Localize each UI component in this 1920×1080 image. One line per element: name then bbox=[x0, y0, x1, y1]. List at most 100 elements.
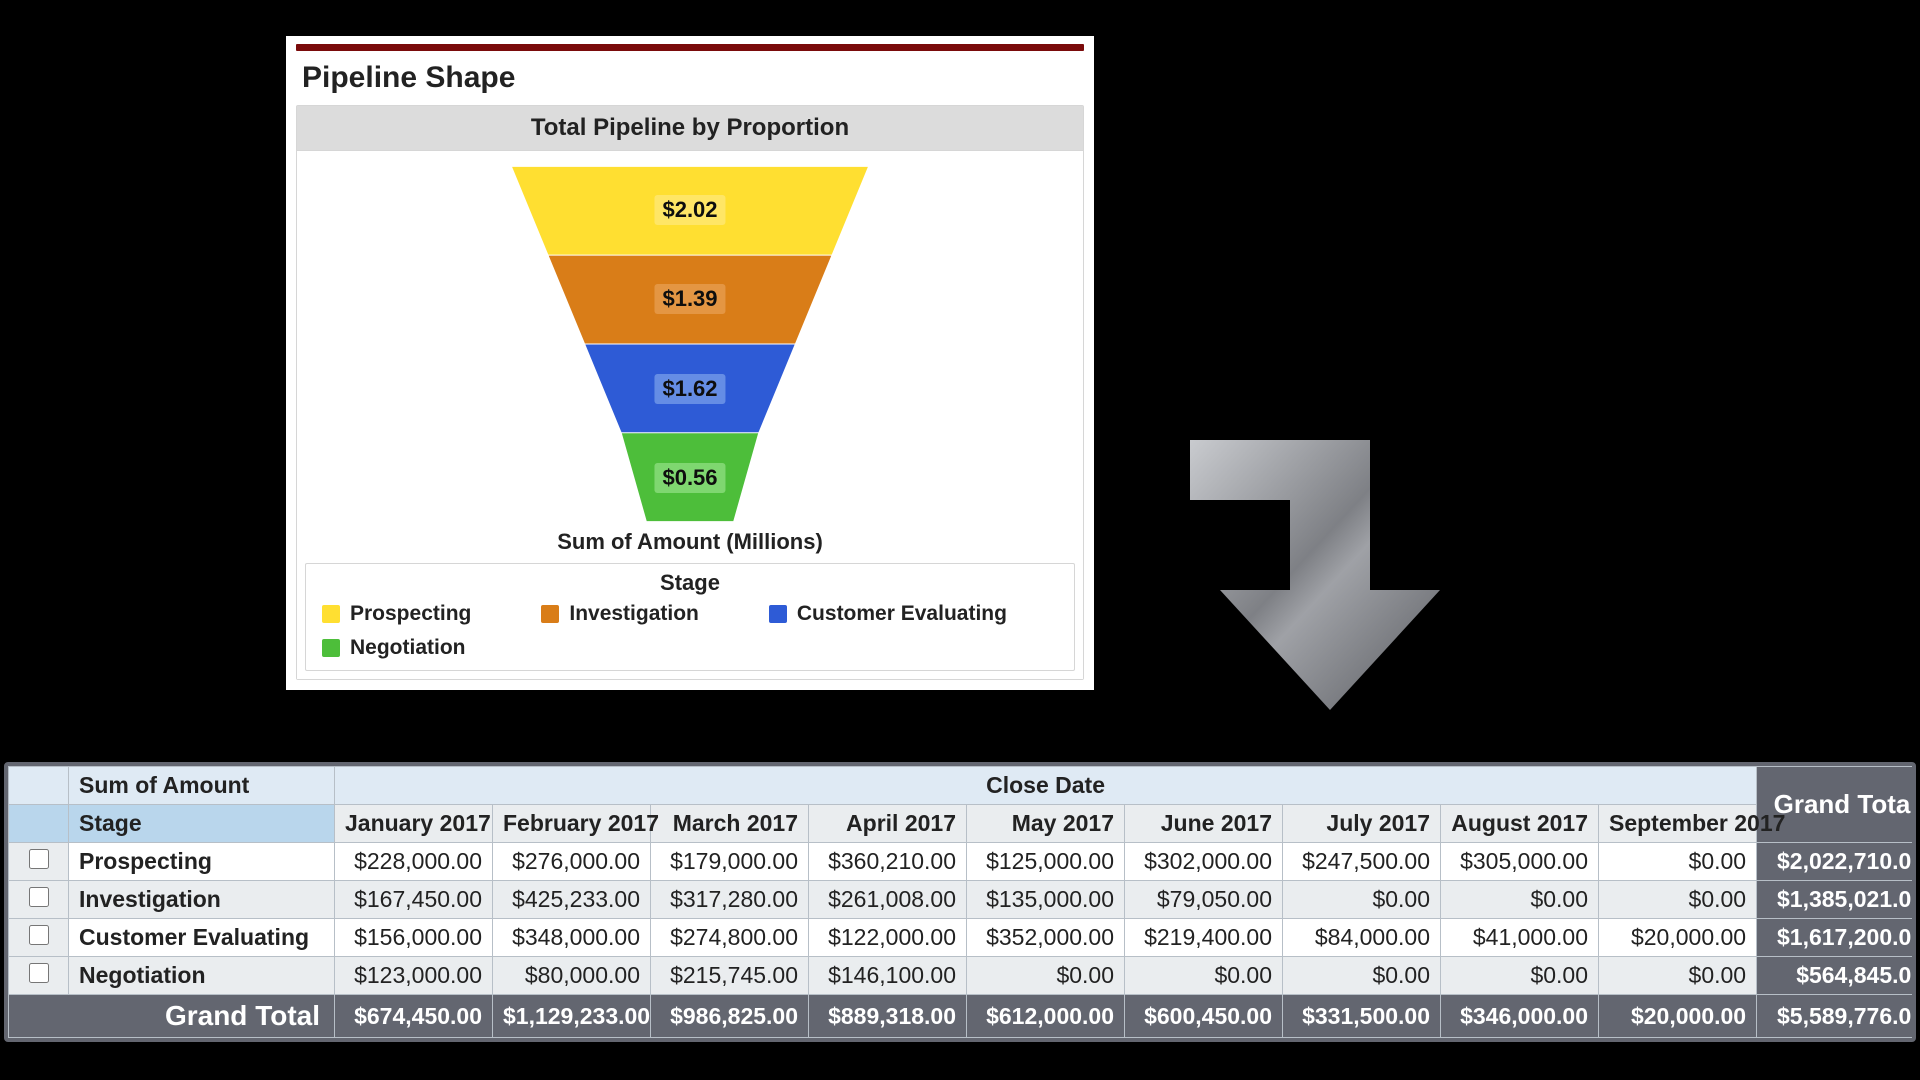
pivot-column-header[interactable]: March 2017 bbox=[651, 805, 809, 843]
legend-items: Prospecting Investigation Customer Evaluat… bbox=[322, 602, 1058, 660]
pivot-column-header[interactable]: April 2017 bbox=[809, 805, 967, 843]
pivot-cell[interactable]: $0.00 bbox=[967, 957, 1125, 995]
accent-bar bbox=[296, 44, 1084, 51]
legend-item[interactable]: Investigation bbox=[541, 602, 699, 626]
row-header[interactable]: Negotiation bbox=[69, 957, 335, 995]
report-title: Pipeline Shape bbox=[302, 61, 1078, 95]
pivot-cell[interactable]: $352,000.00 bbox=[967, 919, 1125, 957]
pivot-cell[interactable]: $80,000.00 bbox=[493, 957, 651, 995]
pivot-column-header[interactable]: January 2017 bbox=[335, 805, 493, 843]
pivot-column-header[interactable]: May 2017 bbox=[967, 805, 1125, 843]
pivot-cell[interactable]: $0.00 bbox=[1441, 957, 1599, 995]
pivot-column-header[interactable]: August 2017 bbox=[1441, 805, 1599, 843]
legend-swatch bbox=[322, 639, 340, 657]
grand-total-cell: $986,825.00 bbox=[651, 995, 809, 1038]
row-checkbox[interactable] bbox=[29, 849, 49, 869]
pivot-columns-label: Close Date bbox=[335, 767, 1757, 805]
row-checkbox[interactable] bbox=[29, 963, 49, 983]
pivot-cell[interactable]: $0.00 bbox=[1441, 881, 1599, 919]
row-header[interactable]: Investigation bbox=[69, 881, 335, 919]
pivot-cell[interactable]: $0.00 bbox=[1599, 843, 1757, 881]
funnel-chart[interactable]: $2.02 $1.39 $1.62 $0.56 Sum of Amount (Mill… bbox=[303, 165, 1077, 555]
legend-label: Investigation bbox=[569, 602, 699, 626]
pivot-cell[interactable]: $425,233.00 bbox=[493, 881, 651, 919]
row-checkbox-cell bbox=[9, 957, 69, 995]
legend-label: Customer Evaluating bbox=[797, 602, 1007, 626]
pivot-cell[interactable]: $79,050.00 bbox=[1125, 881, 1283, 919]
pivot-cell[interactable]: $146,100.00 bbox=[809, 957, 967, 995]
pivot-cell[interactable]: $122,000.00 bbox=[809, 919, 967, 957]
table-row: Negotiation$123,000.00$80,000.00$215,745… bbox=[9, 957, 1917, 995]
pivot-cell[interactable]: $0.00 bbox=[1599, 957, 1757, 995]
pivot-cell[interactable]: $156,000.00 bbox=[335, 919, 493, 957]
table-row: Customer Evaluating$156,000.00$348,000.0… bbox=[9, 919, 1917, 957]
grand-total-row: Grand Total$674,450.00$1,129,233.00$986,… bbox=[9, 995, 1917, 1038]
legend-item[interactable]: Customer Evaluating bbox=[769, 602, 1007, 626]
pivot-column-header[interactable]: July 2017 bbox=[1283, 805, 1441, 843]
pivot-column-header[interactable]: September 2017 bbox=[1599, 805, 1757, 843]
pipeline-shape-report-card: Pipeline Shape Total Pipeline by Proport… bbox=[286, 36, 1094, 690]
legend-item[interactable]: Prospecting bbox=[322, 602, 471, 626]
pivot-cell[interactable]: $276,000.00 bbox=[493, 843, 651, 881]
funnel-area: $2.02 $1.39 $1.62 $0.56 bbox=[303, 165, 1077, 523]
pivot-cell[interactable]: $247,500.00 bbox=[1283, 843, 1441, 881]
funnel-segment-label: $0.56 bbox=[654, 463, 725, 493]
pivot-column-header[interactable]: February 2017 bbox=[493, 805, 651, 843]
funnel-segment-label: $2.02 bbox=[654, 195, 725, 225]
legend-label: Negotiation bbox=[350, 636, 466, 660]
row-header[interactable]: Customer Evaluating bbox=[69, 919, 335, 957]
pivot-cell[interactable]: $125,000.00 bbox=[967, 843, 1125, 881]
pivot-cell[interactable]: $219,400.00 bbox=[1125, 919, 1283, 957]
funnel-segment-label: $1.39 bbox=[654, 284, 725, 314]
table-row: Investigation$167,450.00$425,233.00$317,… bbox=[9, 881, 1917, 919]
chart-title: Total Pipeline by Proportion bbox=[297, 106, 1083, 151]
pivot-cell[interactable]: $123,000.00 bbox=[335, 957, 493, 995]
pivot-cell[interactable]: $167,450.00 bbox=[335, 881, 493, 919]
down-right-arrow-icon bbox=[1180, 430, 1460, 710]
legend-label: Prospecting bbox=[350, 602, 471, 626]
pivot-cell[interactable]: $20,000.00 bbox=[1599, 919, 1757, 957]
chart-axis-label: Sum of Amount (Millions) bbox=[557, 529, 823, 555]
row-grand-total: $564,845.00 bbox=[1757, 957, 1916, 995]
pivot-cell[interactable]: $0.00 bbox=[1283, 957, 1441, 995]
row-checkbox[interactable] bbox=[29, 887, 49, 907]
pivot-cell[interactable]: $0.00 bbox=[1599, 881, 1757, 919]
pivot-column-header[interactable]: June 2017 bbox=[1125, 805, 1283, 843]
row-header[interactable]: Prospecting bbox=[69, 843, 335, 881]
grand-total-cell: $674,450.00 bbox=[335, 995, 493, 1038]
row-grand-total: $1,385,021.00 bbox=[1757, 881, 1916, 919]
pivot-cell[interactable]: $41,000.00 bbox=[1441, 919, 1599, 957]
pivot-table-container: Sum of AmountClose DateGrand Total Stage… bbox=[4, 762, 1916, 1042]
grand-total-cell: $1,129,233.00 bbox=[493, 995, 651, 1038]
chart-body: $2.02 $1.39 $1.62 $0.56 Sum of Amount (Mill… bbox=[297, 151, 1083, 679]
grand-total-cell: $600,450.00 bbox=[1125, 995, 1283, 1038]
row-checkbox[interactable] bbox=[29, 925, 49, 945]
grand-total-total: $5,589,776.00 bbox=[1757, 995, 1916, 1038]
legend-box: Stage ProspectingInvestigationCustomer E… bbox=[305, 563, 1075, 671]
pivot-cell[interactable]: $261,008.00 bbox=[809, 881, 967, 919]
pivot-cell[interactable]: $302,000.00 bbox=[1125, 843, 1283, 881]
pivot-cell[interactable]: $135,000.00 bbox=[967, 881, 1125, 919]
pivot-cell[interactable]: $215,745.00 bbox=[651, 957, 809, 995]
legend-item[interactable]: Negotiation bbox=[322, 636, 466, 660]
legend-swatch bbox=[541, 605, 559, 623]
pivot-cell[interactable]: $0.00 bbox=[1125, 957, 1283, 995]
pivot-cell[interactable]: $274,800.00 bbox=[651, 919, 809, 957]
grand-total-cell: $889,318.00 bbox=[809, 995, 967, 1038]
pivot-cell[interactable]: $360,210.00 bbox=[809, 843, 967, 881]
pivot-corner bbox=[9, 767, 69, 805]
pivot-cell[interactable]: $305,000.00 bbox=[1441, 843, 1599, 881]
legend-swatch bbox=[322, 605, 340, 623]
pivot-cell[interactable]: $348,000.00 bbox=[493, 919, 651, 957]
pivot-table[interactable]: Sum of AmountClose DateGrand Total Stage… bbox=[8, 766, 1916, 1038]
pivot-cell[interactable]: $179,000.00 bbox=[651, 843, 809, 881]
grand-total-cell: $612,000.00 bbox=[967, 995, 1125, 1038]
pivot-cell[interactable]: $84,000.00 bbox=[1283, 919, 1441, 957]
funnel-segment-label: $1.62 bbox=[654, 374, 725, 404]
pivot-cell[interactable]: $0.00 bbox=[1283, 881, 1441, 919]
pivot-cell[interactable]: $228,000.00 bbox=[335, 843, 493, 881]
pivot-cell[interactable]: $317,280.00 bbox=[651, 881, 809, 919]
row-checkbox-cell bbox=[9, 843, 69, 881]
grand-total-cell: $346,000.00 bbox=[1441, 995, 1599, 1038]
row-checkbox-cell bbox=[9, 881, 69, 919]
